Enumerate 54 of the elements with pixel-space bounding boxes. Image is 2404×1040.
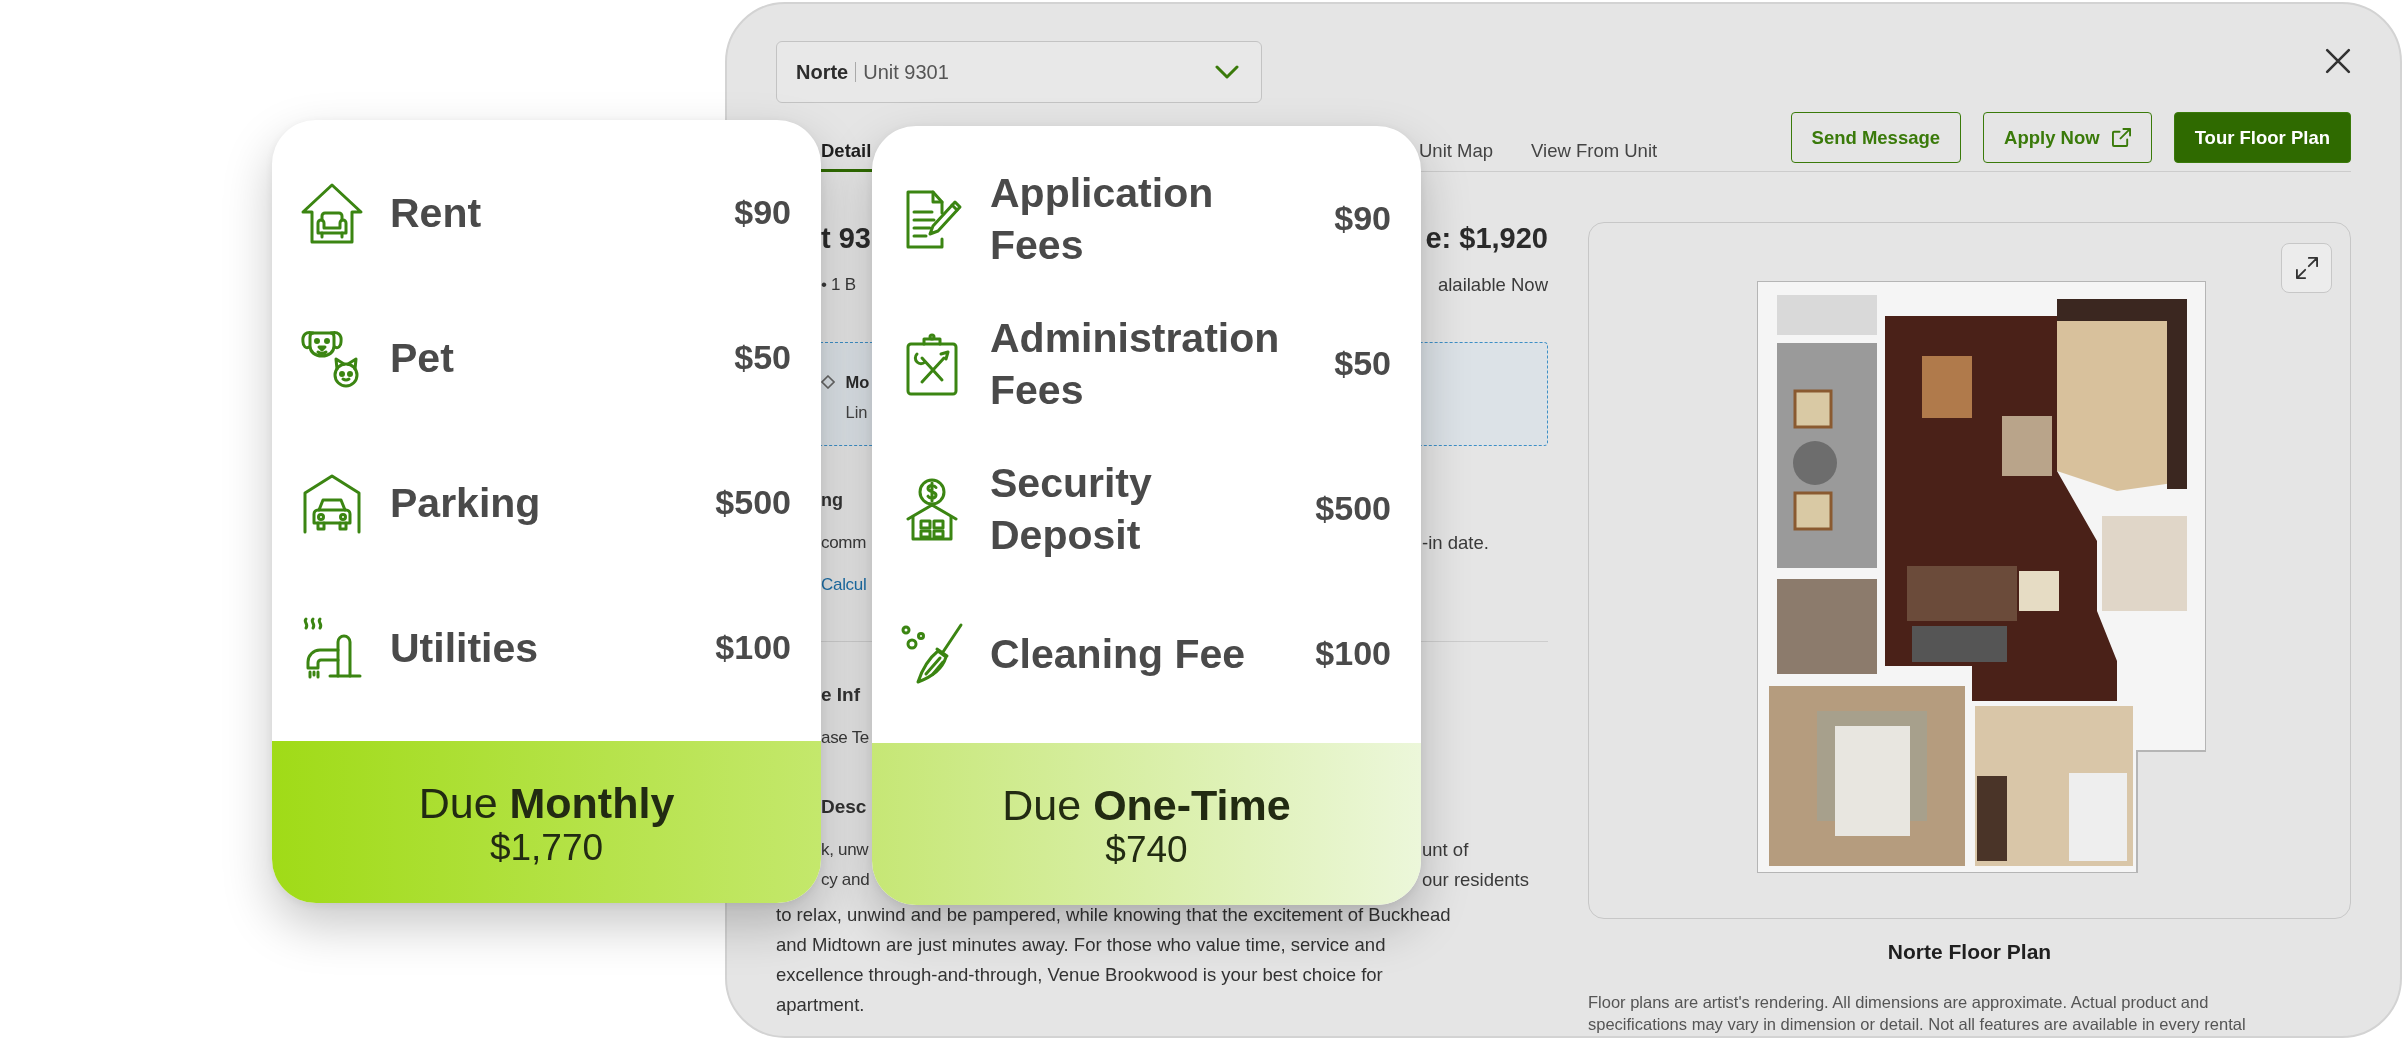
expand-icon — [2295, 257, 2318, 279]
expand-button[interactable] — [2281, 243, 2332, 293]
chevron-down-icon — [1215, 65, 1239, 79]
availability-text: alailable Now — [1437, 273, 1548, 297]
section-title: e Inf — [821, 683, 861, 707]
close-button[interactable] — [2325, 48, 2351, 74]
tab[interactable]: View From Unit — [1531, 140, 1658, 172]
fee-amount: $500 — [1315, 489, 1391, 528]
fee-label: Administration Fees — [990, 313, 1281, 415]
broom-icon — [900, 621, 964, 686]
fee-label: Utilities — [390, 623, 539, 673]
section-title: Desc — [821, 795, 867, 819]
disclaimer-text: Floor plans are artist's rendering. All dimensions are approximate. Actual product and specifications may vary in dimension or detail. Not all features are available in every rental — [1588, 992, 2246, 1035]
link[interactable]: Calcul — [821, 572, 867, 598]
external-link-icon — [2111, 128, 2131, 147]
unit-select[interactable]: Norte Unit 9301 — [776, 41, 1262, 103]
box-title: Mo — [845, 372, 870, 393]
fee-amount: $500 — [715, 483, 791, 522]
fee-label: Cleaning Fee — [990, 629, 1246, 679]
fee-label: Application Fees — [990, 168, 1215, 270]
tab[interactable]: Unit Map — [1419, 140, 1494, 172]
fee-label: Rent — [390, 188, 482, 238]
price-text: e: $1,920 — [1425, 221, 1548, 256]
floor-plan-title: Norte Floor Plan — [1887, 939, 2052, 965]
body-text: k, unw — [821, 839, 869, 861]
fee-label: Security Deposit — [990, 458, 1153, 560]
body-text: unt of — [1422, 838, 1469, 862]
fee-label: Parking — [390, 478, 541, 528]
close-icon — [2325, 48, 2351, 74]
box-text: Lin — [845, 402, 869, 423]
due-heading: Due Monthly — [418, 779, 675, 827]
due-total: $1,770 — [489, 827, 604, 869]
fee-amount: $90 — [734, 193, 791, 232]
heading-text: t 93 — [821, 221, 871, 256]
summary-text: • 1 B — [821, 274, 856, 296]
body-text: our residents — [1422, 868, 1529, 892]
tag-icon — [820, 375, 835, 389]
body-text: comm — [821, 532, 867, 554]
fee-amount: $100 — [1315, 634, 1391, 673]
action-button[interactable]: Tour Floor Plan — [2173, 112, 2351, 163]
due-total: $740 — [1105, 829, 1188, 871]
action-button[interactable]: Send Message — [1790, 112, 1962, 163]
fee-amount: $100 — [715, 628, 791, 667]
fee-amount: $50 — [734, 338, 791, 377]
fee-label: Pet — [390, 333, 454, 383]
fee-amount: $90 — [1334, 199, 1391, 238]
body-text: cy and — [821, 869, 870, 891]
description-text: to relax, unwind and be pampered, while knowing that the excitement of Buckhead and Midtown are just minutes away. For those who value time, service and excellence through-and-through, Venue Brookwood is your best choice for apartment. — [776, 903, 1451, 1017]
body-text: ase Te — [821, 727, 869, 749]
section-title: ng — [821, 489, 843, 512]
action-button[interactable]: Apply Now — [1983, 112, 2152, 163]
due-heading: Due One-Time — [1002, 781, 1291, 829]
body-text: -in date. — [1422, 531, 1489, 555]
fee-amount: $50 — [1334, 344, 1391, 383]
